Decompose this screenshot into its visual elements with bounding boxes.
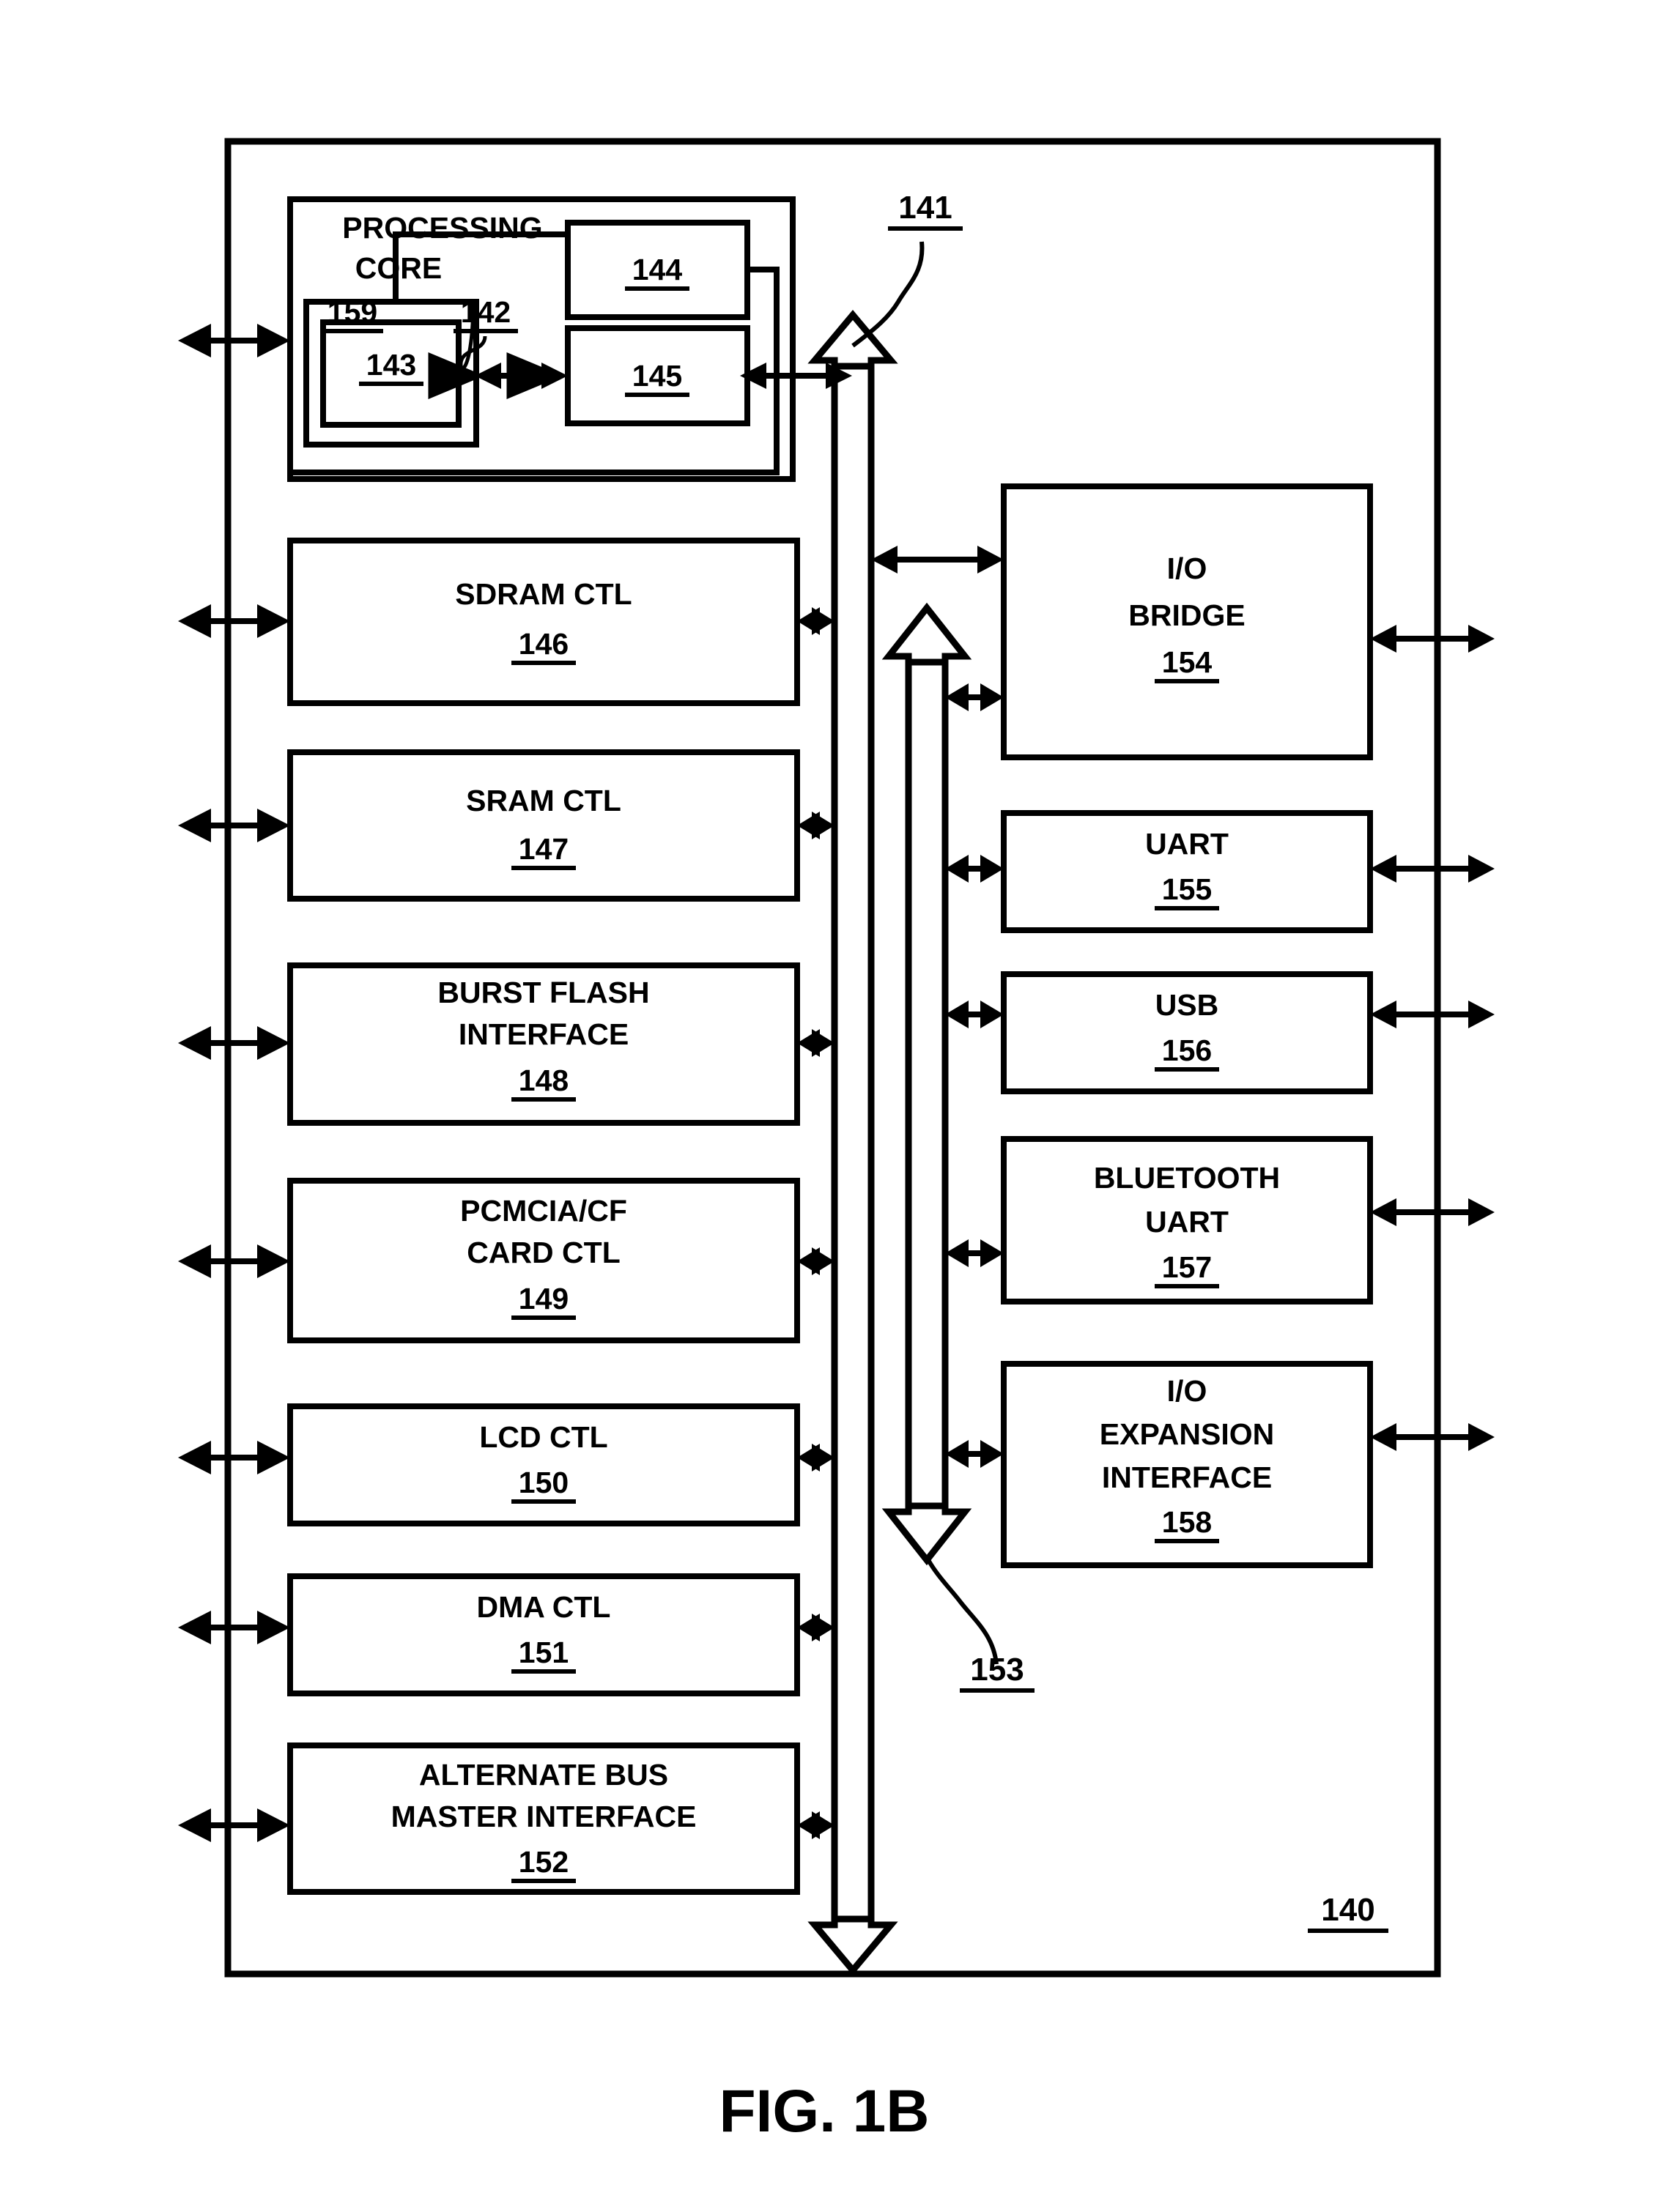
chip-ref-140: 140 — [1321, 1892, 1374, 1928]
figure-canvas: PROCESSING CORE 159 143 142 144 145 141 — [0, 0, 1658, 2212]
block-sdram-ctl-ref: 146 — [519, 627, 569, 661]
sub-block-142-ref: 142 — [461, 295, 511, 329]
page-background — [0, 0, 1658, 2212]
figure-caption: FIG. 1B — [719, 2078, 929, 2145]
block-io-expansion-ref: 158 — [1162, 1505, 1212, 1539]
block-bluetooth-uart-label-0: BLUETOOTH — [1094, 1161, 1280, 1195]
block-alternate-bus-master-label-1: MASTER INTERFACE — [391, 1800, 697, 1833]
block-io-expansion-label-0: I/O — [1167, 1374, 1207, 1408]
unit-145-ref: 145 — [632, 359, 682, 393]
block-dma-ctl-ref: 151 — [519, 1636, 569, 1669]
block-dma-ctl-label-0: DMA CTL — [477, 1590, 611, 1624]
block-bluetooth-uart-ref: 157 — [1162, 1250, 1212, 1284]
block-uart-label-0: UART — [1145, 827, 1229, 861]
block-pcmcia-cf-card-ctl-label-0: PCMCIA/CF — [460, 1194, 627, 1228]
block-alternate-bus-master-ref: 152 — [519, 1845, 569, 1879]
block-io-expansion-label-1: EXPANSION — [1100, 1417, 1274, 1451]
block-burst-flash-interface-label-0: BURST FLASH — [437, 976, 649, 1009]
block-io-expansion-label-2: INTERFACE — [1102, 1461, 1272, 1494]
block-bluetooth-uart-label-1: UART — [1145, 1205, 1229, 1239]
block-uart-ref: 155 — [1162, 872, 1212, 906]
block-io-bridge-label-0: I/O — [1167, 552, 1207, 585]
block-pcmcia-cf-card-ctl-label-1: CARD CTL — [467, 1236, 621, 1269]
block-burst-flash-interface-ref: 148 — [519, 1064, 569, 1097]
block-lcd-ctl-ref: 150 — [519, 1466, 569, 1499]
processing-core-title-line1: PROCESSING — [342, 211, 542, 245]
block-usb-label-0: USB — [1155, 988, 1219, 1022]
block-io-bridge-ref: 154 — [1162, 645, 1213, 679]
block-sram-ctl-ref: 147 — [519, 832, 569, 866]
block-sdram-ctl-label-0: SDRAM CTL — [455, 577, 632, 611]
block-pcmcia-cf-card-ctl-ref: 149 — [519, 1282, 569, 1315]
unit-143-ref: 143 — [366, 348, 416, 382]
block-burst-flash-interface-label-1: INTERFACE — [459, 1017, 629, 1051]
patent-figure-1b: PROCESSING CORE 159 143 142 144 145 141 — [0, 0, 1658, 2212]
bus-141-ref: 141 — [898, 190, 952, 226]
block-lcd-ctl-label-0: LCD CTL — [479, 1420, 607, 1454]
block-sram-ctl-label-0: SRAM CTL — [466, 784, 621, 817]
block-usb-ref: 156 — [1162, 1033, 1212, 1067]
block-alternate-bus-master-label-0: ALTERNATE BUS — [419, 1758, 668, 1792]
block-io-bridge-label-1: BRIDGE — [1128, 598, 1245, 632]
unit-144-ref: 144 — [632, 253, 683, 286]
